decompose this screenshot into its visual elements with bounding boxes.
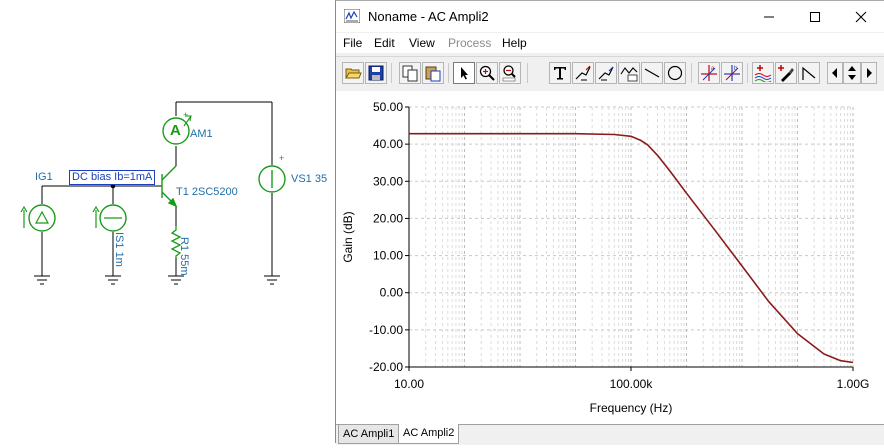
window-title: Noname - AC Ampli2 [368, 9, 489, 24]
menu-help[interactable]: Help [502, 36, 527, 50]
marker-button[interactable] [775, 62, 797, 84]
zoom-fit-button[interactable] [499, 62, 521, 84]
dc-bias-annotation[interactable]: DC bias Ib=1mA [69, 170, 156, 185]
transistor-icon [161, 165, 178, 208]
analysis-window[interactable]: Noname - AC Ampli2 File Edit View Proces… [335, 0, 884, 445]
y-tick-label: -10.00 [369, 323, 403, 337]
cursor-a-cross-icon: a [701, 65, 717, 81]
vs1-label: VS1 35 [291, 173, 328, 185]
cursor-b-cross-icon: b [724, 65, 740, 81]
x-tick-label: 1.00G [837, 377, 870, 391]
zoom-in-button[interactable] [476, 62, 498, 84]
ig1-label: IG1 [35, 171, 53, 183]
copy-icon [402, 65, 418, 82]
copy-button[interactable] [399, 62, 421, 84]
analysis-tabs: AC Ampli1 AC Ampli2 [336, 424, 884, 445]
menu-file[interactable]: File [343, 36, 362, 50]
text-tool-icon [554, 67, 566, 80]
scroll-updown-icon [848, 66, 856, 80]
y-tick-label: 10.00 [373, 249, 403, 263]
circle-tool-button[interactable] [664, 62, 686, 84]
y-axis-label: Gain (dB) [341, 211, 355, 262]
cursor-a-icon [575, 65, 591, 81]
x-axis-label: Frequency (Hz) [590, 401, 673, 415]
open-button[interactable] [342, 62, 364, 84]
scroll-left-icon [832, 68, 837, 78]
vs1-plus-sign: + [279, 153, 285, 163]
close-icon [855, 11, 867, 22]
paste-icon [425, 66, 441, 82]
menu-edit[interactable]: Edit [374, 36, 395, 50]
cursor-b-icon [598, 66, 614, 81]
x-tick-label: 100.00k [610, 377, 654, 391]
menu-process[interactable]: Process [448, 36, 491, 50]
is1-label: IS1 1m [113, 232, 125, 267]
scroll-updown-button[interactable] [843, 62, 861, 84]
add-curve-icon [754, 65, 772, 82]
marker-icon [778, 65, 794, 82]
toolbar: a b [336, 56, 884, 91]
vs1-source-icon [258, 165, 286, 193]
tab-ac-ampli1[interactable]: AC Ampli1 [338, 425, 400, 444]
save-icon [368, 65, 384, 81]
line-tool-icon [644, 68, 660, 78]
scroll-right-button[interactable] [861, 62, 877, 84]
tab-ac-ampli2[interactable]: AC Ampli2 [398, 424, 460, 444]
formula-button[interactable] [618, 62, 640, 84]
y-tick-label: 40.00 [373, 137, 403, 151]
ammeter-symbol: A [170, 122, 181, 139]
cursor-a-button[interactable] [572, 62, 594, 84]
formula-icon [620, 67, 638, 82]
step-button[interactable] [798, 62, 820, 84]
paste-button[interactable] [422, 62, 444, 84]
menu-view[interactable]: View [409, 36, 435, 50]
minimize-icon [764, 16, 774, 17]
cursor-b-cross-button[interactable]: b [721, 62, 743, 84]
scroll-left-button[interactable] [827, 62, 843, 84]
text-tool-button[interactable] [549, 62, 571, 84]
minimize-button[interactable] [746, 1, 792, 32]
zoom-in-icon [479, 65, 495, 81]
line-tool-button[interactable] [641, 62, 663, 84]
schematic-drawing [20, 101, 286, 285]
save-button[interactable] [365, 62, 387, 84]
select-tool-button[interactable] [453, 62, 475, 84]
am1-label: AM1 [190, 128, 213, 140]
gain-chart[interactable]: 50.00 40.00 30.00 20.00 10.00 0.00 -10.00 -20.0… [336, 91, 884, 424]
step-icon [802, 66, 816, 80]
menu-bar: File Edit View Process Help [336, 33, 884, 53]
app-icon [344, 9, 360, 23]
y-tick-label: 50.00 [373, 100, 403, 114]
add-curve-button[interactable] [752, 62, 774, 84]
maximize-button[interactable] [792, 1, 838, 32]
plot-area[interactable]: 50.00 40.00 30.00 20.00 10.00 0.00 -10.00 -20.0… [336, 91, 884, 424]
cursor-b-button[interactable] [595, 62, 617, 84]
x-tick-label: 10.00 [394, 377, 424, 391]
y-tick-label: 20.00 [373, 211, 403, 225]
t1-label: T1 2SC5200 [176, 186, 238, 198]
maximize-icon [810, 11, 820, 22]
is1-source-icon [92, 204, 127, 232]
scroll-right-icon [867, 68, 872, 78]
open-folder-icon [345, 68, 362, 79]
zoom-fit-icon [502, 65, 516, 82]
r1-label: R1 55m [178, 237, 190, 276]
ig1-source-icon [20, 204, 56, 232]
circuit-schematic[interactable]: IG1 DC bias Ib=1mA IS1 1m T1 2SC5200 R1 … [0, 0, 336, 443]
select-arrow-icon [461, 67, 468, 80]
title-bar[interactable]: Noname - AC Ampli2 [336, 1, 884, 32]
circle-tool-icon [667, 65, 683, 81]
y-tick-label: 30.00 [373, 174, 403, 188]
y-tick-label: -20.00 [369, 360, 403, 374]
cursor-a-cross-button[interactable]: a [698, 62, 720, 84]
am1-plus-sign: + [183, 110, 189, 120]
close-button[interactable] [838, 1, 884, 32]
y-tick-label: 0.00 [380, 286, 404, 300]
